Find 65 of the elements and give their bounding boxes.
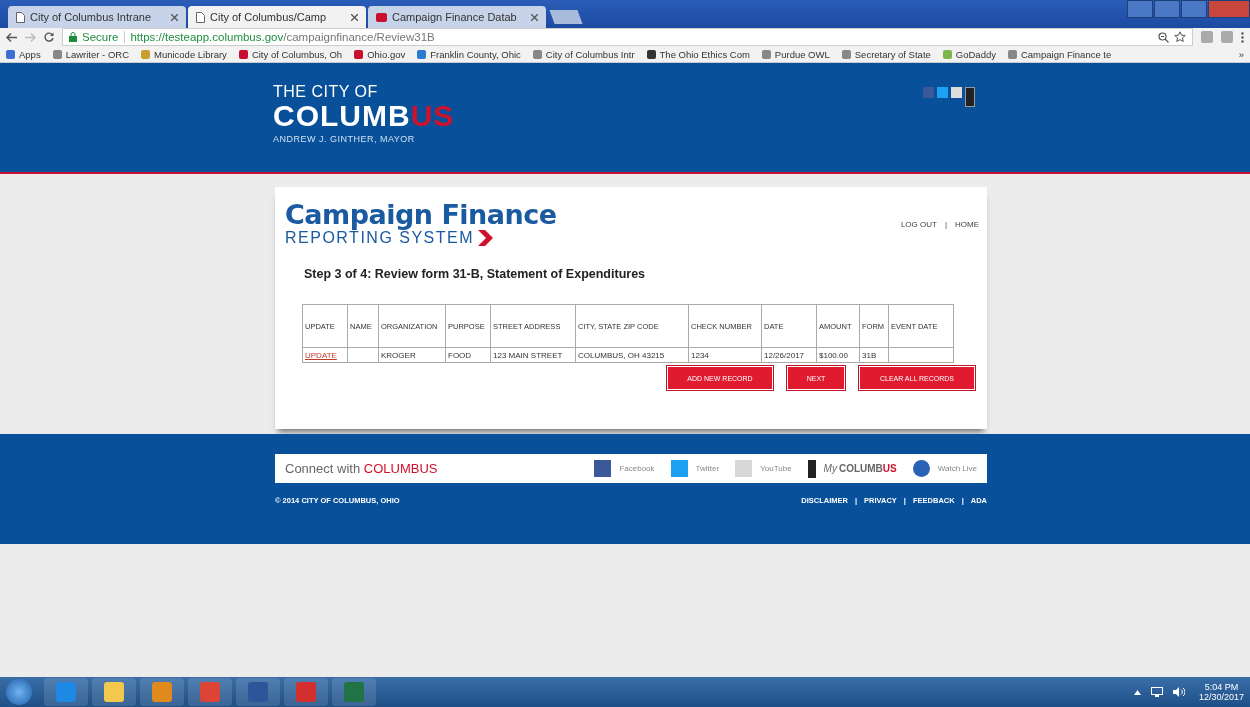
zoom-icon[interactable] bbox=[1158, 31, 1169, 43]
bookmark-item[interactable]: Franklin County, Ohic bbox=[417, 48, 521, 60]
table-cell: 31B bbox=[862, 350, 877, 360]
nav-link[interactable]: LOG OUT bbox=[900, 219, 937, 229]
bookmark-item[interactable]: Lawriter - ORC bbox=[52, 48, 129, 60]
extension-icon[interactable] bbox=[1201, 31, 1213, 43]
reload-icon[interactable] bbox=[44, 32, 54, 42]
social-link[interactable]: Watch Live bbox=[937, 464, 977, 473]
connect-title: Connect with COLUMBUS bbox=[285, 461, 438, 476]
mycolumbus-logo[interactable]: My COLUMBUS bbox=[823, 463, 897, 474]
close-icon[interactable] bbox=[171, 13, 178, 21]
table-cell: 123 MAIN STREET bbox=[493, 350, 563, 360]
address-field[interactable]: Secure https://testeapp.columbus.gov/campaignfinance/Review31B bbox=[62, 28, 1193, 46]
network-icon[interactable] bbox=[1150, 687, 1163, 697]
brand-logo[interactable]: Campaign Finance REPORTING SYSTEM bbox=[285, 201, 557, 247]
table-cell: FOOD bbox=[448, 350, 472, 360]
more-bookmarks-button[interactable]: » bbox=[1238, 48, 1244, 60]
bookmark-item[interactable]: Campaign Finance te bbox=[1007, 48, 1112, 60]
close-icon[interactable] bbox=[531, 13, 538, 21]
bookmark-item[interactable]: City of Columbus, Oh bbox=[238, 48, 343, 60]
social-link[interactable]: Twitter bbox=[695, 464, 720, 473]
bookmark-item[interactable]: Secretary of State bbox=[841, 48, 931, 60]
taskbar-app-icon[interactable] bbox=[140, 678, 184, 706]
clock-time[interactable]: 5:04 PM bbox=[1204, 682, 1239, 692]
close-icon[interactable] bbox=[351, 13, 358, 21]
table-cell: 12/26/2017 bbox=[764, 350, 805, 360]
phone-icon bbox=[807, 459, 816, 478]
bookmark-item[interactable]: The Ohio Ethics Com bbox=[646, 48, 750, 60]
start-button[interactable] bbox=[6, 679, 32, 705]
table-cell: COLUMBUS, OH 43215 bbox=[578, 350, 665, 360]
close-window-icon[interactable] bbox=[1208, 0, 1250, 18]
step-title: Step 3 of 4: Review form 31-B, Statement of Expenditures bbox=[304, 267, 647, 281]
page-icon bbox=[196, 11, 205, 23]
table-cell: 1234 bbox=[691, 350, 709, 360]
taskbar-app-icon[interactable] bbox=[236, 678, 280, 706]
table-cell: $100.00 bbox=[819, 350, 848, 360]
forward-icon[interactable] bbox=[25, 32, 36, 42]
bookmark-item[interactable]: GoDaddy bbox=[942, 48, 996, 60]
browser-tab[interactable]: Campaign Finance Datab bbox=[368, 6, 546, 28]
menu-icon[interactable] bbox=[1241, 31, 1244, 43]
extension-icon[interactable] bbox=[1221, 31, 1233, 43]
star-icon[interactable] bbox=[1174, 31, 1186, 43]
nav-link[interactable]: HOME bbox=[955, 219, 979, 229]
social-link[interactable]: Facebook bbox=[619, 464, 655, 473]
phone-icon[interactable] bbox=[965, 87, 975, 107]
bookmark-item[interactable]: Ohio.gov bbox=[354, 48, 406, 60]
page-icon bbox=[16, 11, 25, 23]
taskbar-app-icon[interactable] bbox=[44, 678, 88, 706]
volume-icon[interactable] bbox=[1172, 687, 1185, 697]
logo-icon bbox=[376, 12, 387, 22]
browser-tab[interactable]: City of Columbus Intrane bbox=[8, 6, 186, 28]
table-cell: KROGER bbox=[381, 350, 416, 360]
separator: | bbox=[944, 219, 947, 229]
bookmark-item[interactable]: Municode Library bbox=[141, 48, 227, 60]
clock-date[interactable]: 12/30/2017 bbox=[1198, 692, 1244, 702]
bookmark-item[interactable]: City of Columbus Intr bbox=[532, 48, 635, 60]
browser-tab[interactable]: City of Columbus/Camp bbox=[188, 6, 366, 28]
taskbar-app-icon[interactable] bbox=[92, 678, 136, 706]
social-link[interactable]: YouTube bbox=[760, 464, 792, 473]
show-hidden-icons-icon[interactable] bbox=[1133, 689, 1141, 695]
new-tab-button[interactable] bbox=[549, 10, 583, 24]
bookmark-item[interactable]: Apps bbox=[6, 48, 41, 60]
back-icon[interactable] bbox=[6, 32, 17, 42]
lock-icon bbox=[69, 32, 77, 42]
bookmark-item[interactable]: Purdue OWL bbox=[761, 48, 830, 60]
